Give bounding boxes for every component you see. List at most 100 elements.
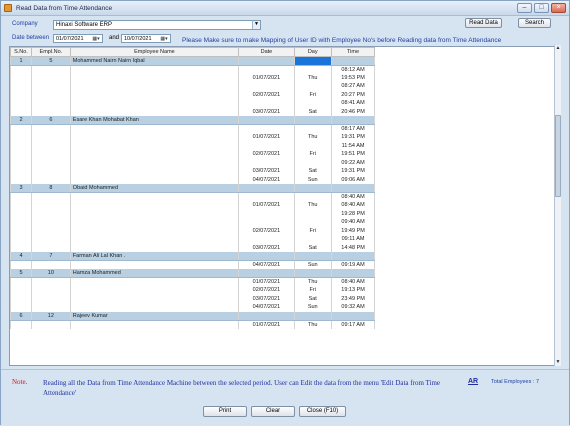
cell-day[interactable]: Fri [293,286,332,295]
cell-empl-no[interactable] [30,226,71,235]
cell-sno[interactable] [10,303,32,312]
cell-day[interactable]: Thu [293,277,332,286]
cell-sno[interactable] [10,226,32,235]
print-button[interactable]: Print [203,406,247,417]
close-window-button[interactable]: × [551,3,566,13]
cell-day[interactable] [293,252,332,261]
cell-employee-name[interactable] [69,294,240,303]
cell-day[interactable]: Sat [293,243,332,252]
cell-employee-name[interactable]: Mohammed Nairn Nairn Iqbal [69,56,240,66]
cell-day[interactable] [293,82,332,91]
cell-empl-no[interactable] [30,175,71,184]
cell-employee-name[interactable] [69,175,240,184]
time-entry-row[interactable]: 02/07/2021 Fri 19:51 PM [10,150,560,159]
cell-sno[interactable] [10,286,32,295]
cell-sno[interactable] [10,133,32,142]
time-entry-row[interactable]: 04/07/2021 Sun 09:06 AM [10,175,560,184]
time-entry-row[interactable]: 01/07/2021 Thu 08:40 AM [10,201,560,210]
cell-time[interactable] [330,56,376,66]
cell-time[interactable]: 08:17 AM [330,124,376,133]
cell-employee-name[interactable] [69,158,240,167]
cell-sno[interactable] [10,158,32,167]
cell-employee-name[interactable] [69,150,240,159]
cell-date[interactable] [238,269,295,278]
cell-empl-no[interactable] [30,277,71,286]
cell-time[interactable]: 19:51 PM [330,150,376,159]
cell-sno[interactable] [10,218,32,227]
cell-time[interactable]: 09:32 AM [330,303,376,312]
cell-empl-no[interactable] [30,201,71,210]
cell-empl-no[interactable] [30,218,71,227]
scroll-up-icon[interactable]: ▲ [555,45,561,52]
cell-employee-name[interactable] [69,82,240,91]
cell-time[interactable] [330,252,376,261]
cell-employee-name[interactable]: Rajeev Kumar [69,311,240,321]
cell-date[interactable] [238,65,295,74]
cell-sno[interactable] [10,107,32,116]
cell-time[interactable]: 19:13 PM [330,286,376,295]
cell-time[interactable]: 11:54 AM [330,141,376,150]
cell-empl-no[interactable] [30,167,71,176]
cell-employee-name[interactable]: Hamza Mohammed [69,269,240,278]
time-entry-row[interactable]: 09:11 AM [10,235,560,244]
cell-day[interactable] [293,65,332,74]
cell-time[interactable]: 19:28 PM [330,209,376,218]
cell-sno[interactable] [10,65,32,74]
cell-time[interactable]: 20:27 PM [330,90,376,99]
cell-day[interactable] [293,56,332,66]
attendance-grid[interactable]: S.No. Empl.No. Employee Name Date Day Ti… [9,46,561,366]
cell-sno[interactable] [10,99,32,108]
cell-date[interactable]: 01/07/2021 [238,201,295,210]
cell-sno[interactable]: 6 [10,311,32,321]
header-employee-name[interactable]: Employee Name [69,47,240,57]
cell-empl-no[interactable] [30,133,71,142]
cell-date[interactable]: 03/07/2021 [238,294,295,303]
cell-day[interactable]: Sun [293,175,332,184]
cell-sno[interactable] [10,209,32,218]
cell-day[interactable] [293,116,332,125]
cell-employee-name[interactable]: Esare Khan Mohabat Khan [69,116,240,125]
cell-day[interactable]: Fri [293,90,332,99]
cell-time[interactable]: 09:22 AM [330,158,376,167]
time-entry-row[interactable]: 03/07/2021 Sat 19:31 PM [10,167,560,176]
cell-employee-name[interactable] [69,99,240,108]
cell-empl-no[interactable] [30,73,71,82]
cell-time[interactable]: 19:53 PM [330,73,376,82]
cell-time[interactable] [330,311,376,321]
cell-date[interactable]: 01/07/2021 [238,277,295,286]
cell-day[interactable]: Sun [293,260,332,269]
cell-date[interactable] [238,124,295,133]
employee-group-row[interactable]: 6 12 Rajeev Kumar [10,311,560,321]
cell-sno[interactable]: 5 [10,269,32,278]
cell-date[interactable] [238,235,295,244]
cell-sno[interactable] [10,243,32,252]
cell-employee-name[interactable] [69,167,240,176]
cell-empl-no[interactable] [30,243,71,252]
cell-day[interactable] [293,158,332,167]
cell-empl-no[interactable] [30,82,71,91]
cell-employee-name[interactable] [69,141,240,150]
scroll-down-icon[interactable]: ▼ [555,359,561,366]
cell-sno[interactable] [10,277,32,286]
ar-link[interactable]: AR [468,378,478,385]
cell-day[interactable] [293,99,332,108]
cell-date[interactable]: 04/07/2021 [238,303,295,312]
header-day[interactable]: Day [293,47,332,57]
cell-empl-no[interactable] [30,286,71,295]
cell-time[interactable]: 08:40 AM [330,192,376,201]
cell-time[interactable]: 23:49 PM [330,294,376,303]
employee-group-row[interactable]: 3 8 Obaid Mohammed [10,184,560,193]
time-entry-row[interactable]: 04/07/2021 Sun 09:19 AM [10,260,560,269]
cell-day[interactable] [293,311,332,321]
time-entry-row[interactable]: 08:41 AM [10,99,560,108]
cell-empl-no[interactable] [30,65,71,74]
cell-time[interactable]: 19:31 PM [330,133,376,142]
cell-date[interactable]: 02/07/2021 [238,226,295,235]
cell-employee-name[interactable] [69,192,240,201]
cell-date[interactable] [238,141,295,150]
cell-employee-name[interactable]: Obaid Mohammed [69,184,240,193]
cell-time[interactable]: 08:12 AM [330,65,376,74]
cell-empl-no[interactable] [30,209,71,218]
cell-date[interactable] [238,209,295,218]
cell-employee-name[interactable] [69,260,240,269]
